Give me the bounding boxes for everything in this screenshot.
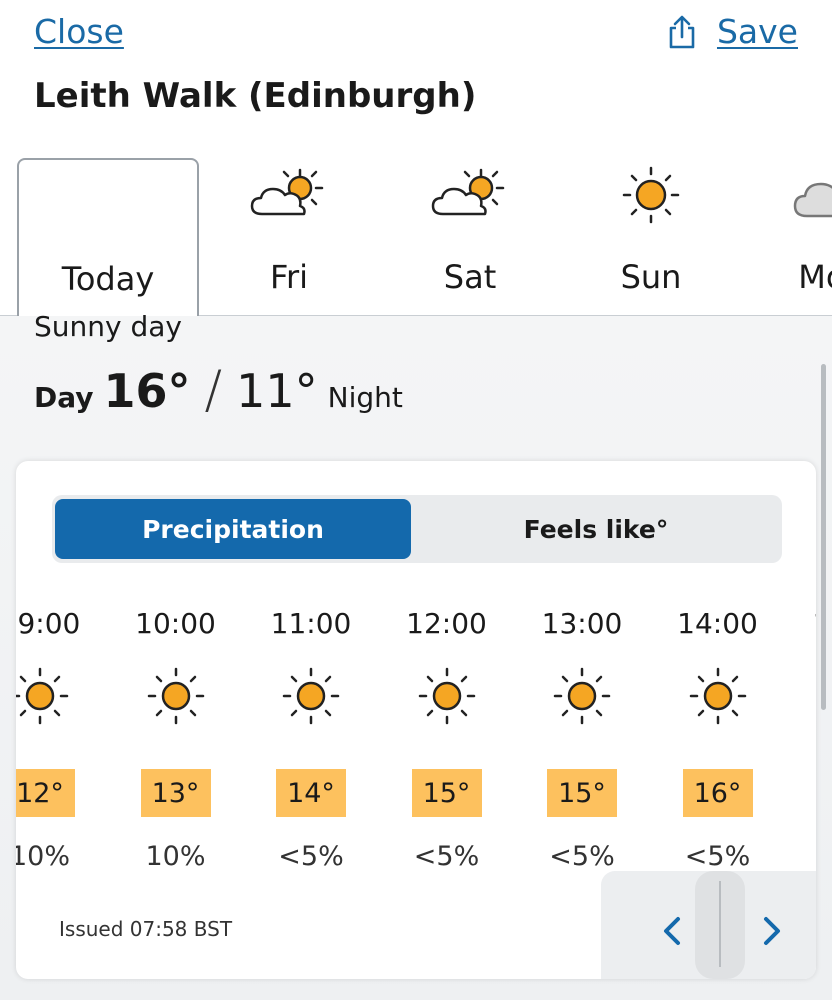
hour-time: 09:00	[16, 607, 81, 640]
hour-column: 15:0016°<5%	[798, 607, 816, 887]
sunny-intervals-icon	[250, 168, 324, 216]
location-title: Leith Walk (Edinburgh)	[34, 76, 477, 116]
tab-fri[interactable]: Fri	[198, 158, 380, 316]
issued-time: Issued 07:58 BST	[59, 917, 233, 941]
night-label-text: Night	[327, 381, 403, 414]
empty-icon-slot	[63, 164, 153, 230]
night-temperature: 11°	[236, 364, 318, 418]
hour-temperature: 15°	[411, 769, 482, 817]
sunny-icon	[418, 667, 475, 725]
sunny-icon	[16, 667, 69, 725]
weather-condition: Sunny day	[34, 310, 182, 343]
hour-temperature: 12°	[16, 769, 75, 817]
day-summary: Sunny day Day 16° / 11° Night Precipitat…	[0, 310, 832, 1000]
hour-time: 15:00	[813, 607, 816, 643]
day-night-temps: Day 16° / 11° Night	[34, 360, 403, 420]
sunny-icon	[622, 166, 680, 224]
hour-temperature: 14°	[276, 769, 346, 817]
day-label: Sun	[620, 258, 682, 296]
sunny-icon	[147, 667, 204, 725]
cloud-icon	[793, 182, 832, 218]
hourly-navigation	[601, 871, 816, 979]
day-label: Mon	[798, 258, 832, 296]
precipitation-chance: <5%	[413, 841, 480, 872]
hourly-list[interactable]: 09:00 12° 10% 10:00 13° 10% 11:00 14° <5% 12:00 15…	[16, 607, 816, 887]
save-area: Save	[667, 12, 798, 51]
precipitation-chance: 10%	[16, 841, 70, 872]
precipitation-chance: <5%	[278, 841, 344, 872]
close-link[interactable]: Close	[34, 12, 124, 51]
day-label-text: Day	[34, 381, 94, 414]
chevron-left-icon[interactable]	[653, 911, 693, 951]
hour-temperature: 16°	[682, 769, 753, 817]
hour-time: 11:00	[270, 607, 352, 640]
separator: /	[204, 360, 223, 420]
sunny-icon	[553, 667, 611, 725]
precipitation-chance: 10%	[145, 841, 206, 872]
day-label: Today	[61, 260, 155, 298]
day-label: Sat	[443, 258, 497, 296]
hour-temperature: 13°	[140, 769, 211, 817]
sunny-icon	[282, 667, 340, 725]
hour-column: 10:00 13° 10%	[121, 607, 231, 887]
hour-column: 09:00 12° 10%	[16, 607, 95, 887]
hour-time: 13:00	[541, 607, 623, 640]
hour-column: 14:00 16° <5%	[663, 607, 773, 887]
tab-sat[interactable]: Sat	[379, 158, 561, 316]
sunny-icon	[689, 667, 746, 725]
hour-time: 14:00	[677, 607, 758, 640]
precipitation-toggle[interactable]: Precipitation	[55, 499, 411, 559]
page-scrollbar[interactable]	[821, 364, 826, 710]
hour-column: 11:00 14° <5%	[256, 607, 366, 887]
hourly-forecast-card: Precipitation Feels like° 09:0012°10%10:…	[16, 461, 816, 979]
tab-today[interactable]: Today	[17, 158, 199, 318]
hour-time: 10:00	[135, 607, 216, 640]
precipitation-chance: <5%	[549, 841, 615, 872]
hour-time: 12:00	[406, 607, 487, 640]
hour-temperature: 15°	[547, 769, 617, 817]
scroll-thumb[interactable]	[695, 871, 745, 979]
tab-sun[interactable]: Sun	[560, 158, 742, 316]
precipitation-chance: <5%	[684, 841, 751, 872]
day-label: Fri	[269, 258, 309, 296]
chevron-right-icon[interactable]	[751, 911, 791, 951]
hour-column: 12:00 15° <5%	[392, 607, 502, 887]
save-link[interactable]: Save	[717, 12, 798, 51]
tab-mon[interactable]: Mon	[741, 158, 832, 316]
sunny-intervals-icon	[431, 168, 505, 216]
day-tabs: Today Fri Sat Sun M	[0, 158, 832, 318]
day-temperature: 16°	[103, 364, 191, 418]
feels-like-toggle[interactable]: Feels like°	[418, 499, 774, 559]
view-toggle: Precipitation Feels like°	[52, 495, 782, 563]
share-icon[interactable]	[667, 15, 697, 49]
hour-column: 13:00 15° <5%	[527, 607, 637, 887]
